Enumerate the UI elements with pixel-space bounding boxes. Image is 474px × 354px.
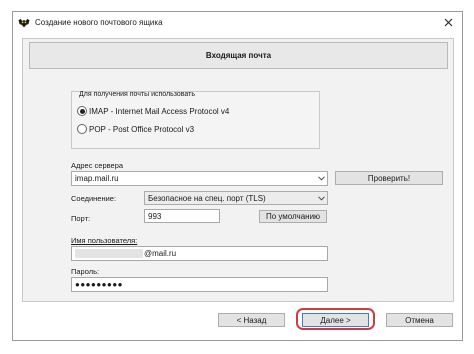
chevron-down-icon[interactable] [316, 176, 327, 181]
wizard-window: Создание нового почтового ящика Входящая… [12, 11, 463, 341]
bat-logo-icon [18, 19, 30, 28]
close-icon [444, 18, 452, 27]
page-header: Входящая почта [29, 42, 448, 69]
radio-pop-label: POP - Post Office Protocol v3 [89, 124, 195, 134]
username-domain: @mail.ru [144, 249, 177, 258]
default-port-button[interactable]: По умолчанию [259, 210, 327, 223]
protocol-group: Для получения почты использовать IMAP - … [71, 91, 320, 149]
username-redacted [75, 249, 143, 258]
username-label: Имя пользователя: [71, 236, 138, 245]
server-address-label: Адрес сервера [71, 161, 123, 170]
protocol-group-legend: Для получения почты использовать [79, 91, 196, 98]
radio-imap-label: IMAP - Internet Mail Access Protocol v4 [89, 106, 230, 116]
radio-indicator[interactable] [77, 124, 87, 134]
server-address-value: imap.mail.ru [75, 174, 119, 183]
check-server-button[interactable]: Проверить! [335, 171, 443, 185]
connection-select[interactable]: Безопасное на спец. порт (TLS) [144, 191, 328, 205]
back-button[interactable]: < Назад [218, 313, 285, 327]
close-button[interactable] [437, 14, 459, 31]
password-label: Пароль: [71, 267, 100, 276]
cancel-button[interactable]: Отмена [386, 313, 453, 327]
connection-label: Соединение: [71, 194, 117, 203]
connection-value: Безопасное на спец. порт (TLS) [148, 193, 266, 203]
radio-indicator-checked[interactable] [77, 106, 87, 116]
wizard-page: Входящая почта Для получения почты испол… [22, 38, 454, 302]
server-address-label-text: Адрес сервера [71, 161, 124, 170]
port-label: Порт: [71, 214, 91, 223]
port-input[interactable]: 993 [144, 209, 220, 223]
password-input[interactable]: ●●●●●●●●● [71, 277, 328, 292]
radio-pop[interactable]: POP - Post Office Protocol v3 [77, 124, 194, 134]
radio-imap[interactable]: IMAP - Internet Mail Access Protocol v4 [77, 106, 229, 116]
window-title: Создание нового почтового ящика [35, 18, 163, 27]
next-button[interactable]: Далее > [302, 313, 369, 327]
username-input[interactable]: @mail.ru [71, 246, 328, 261]
title-bar[interactable]: Создание нового почтового ящика [13, 12, 462, 34]
chevron-down-icon [316, 195, 327, 201]
server-address-combobox[interactable]: imap.mail.ru [71, 171, 328, 186]
